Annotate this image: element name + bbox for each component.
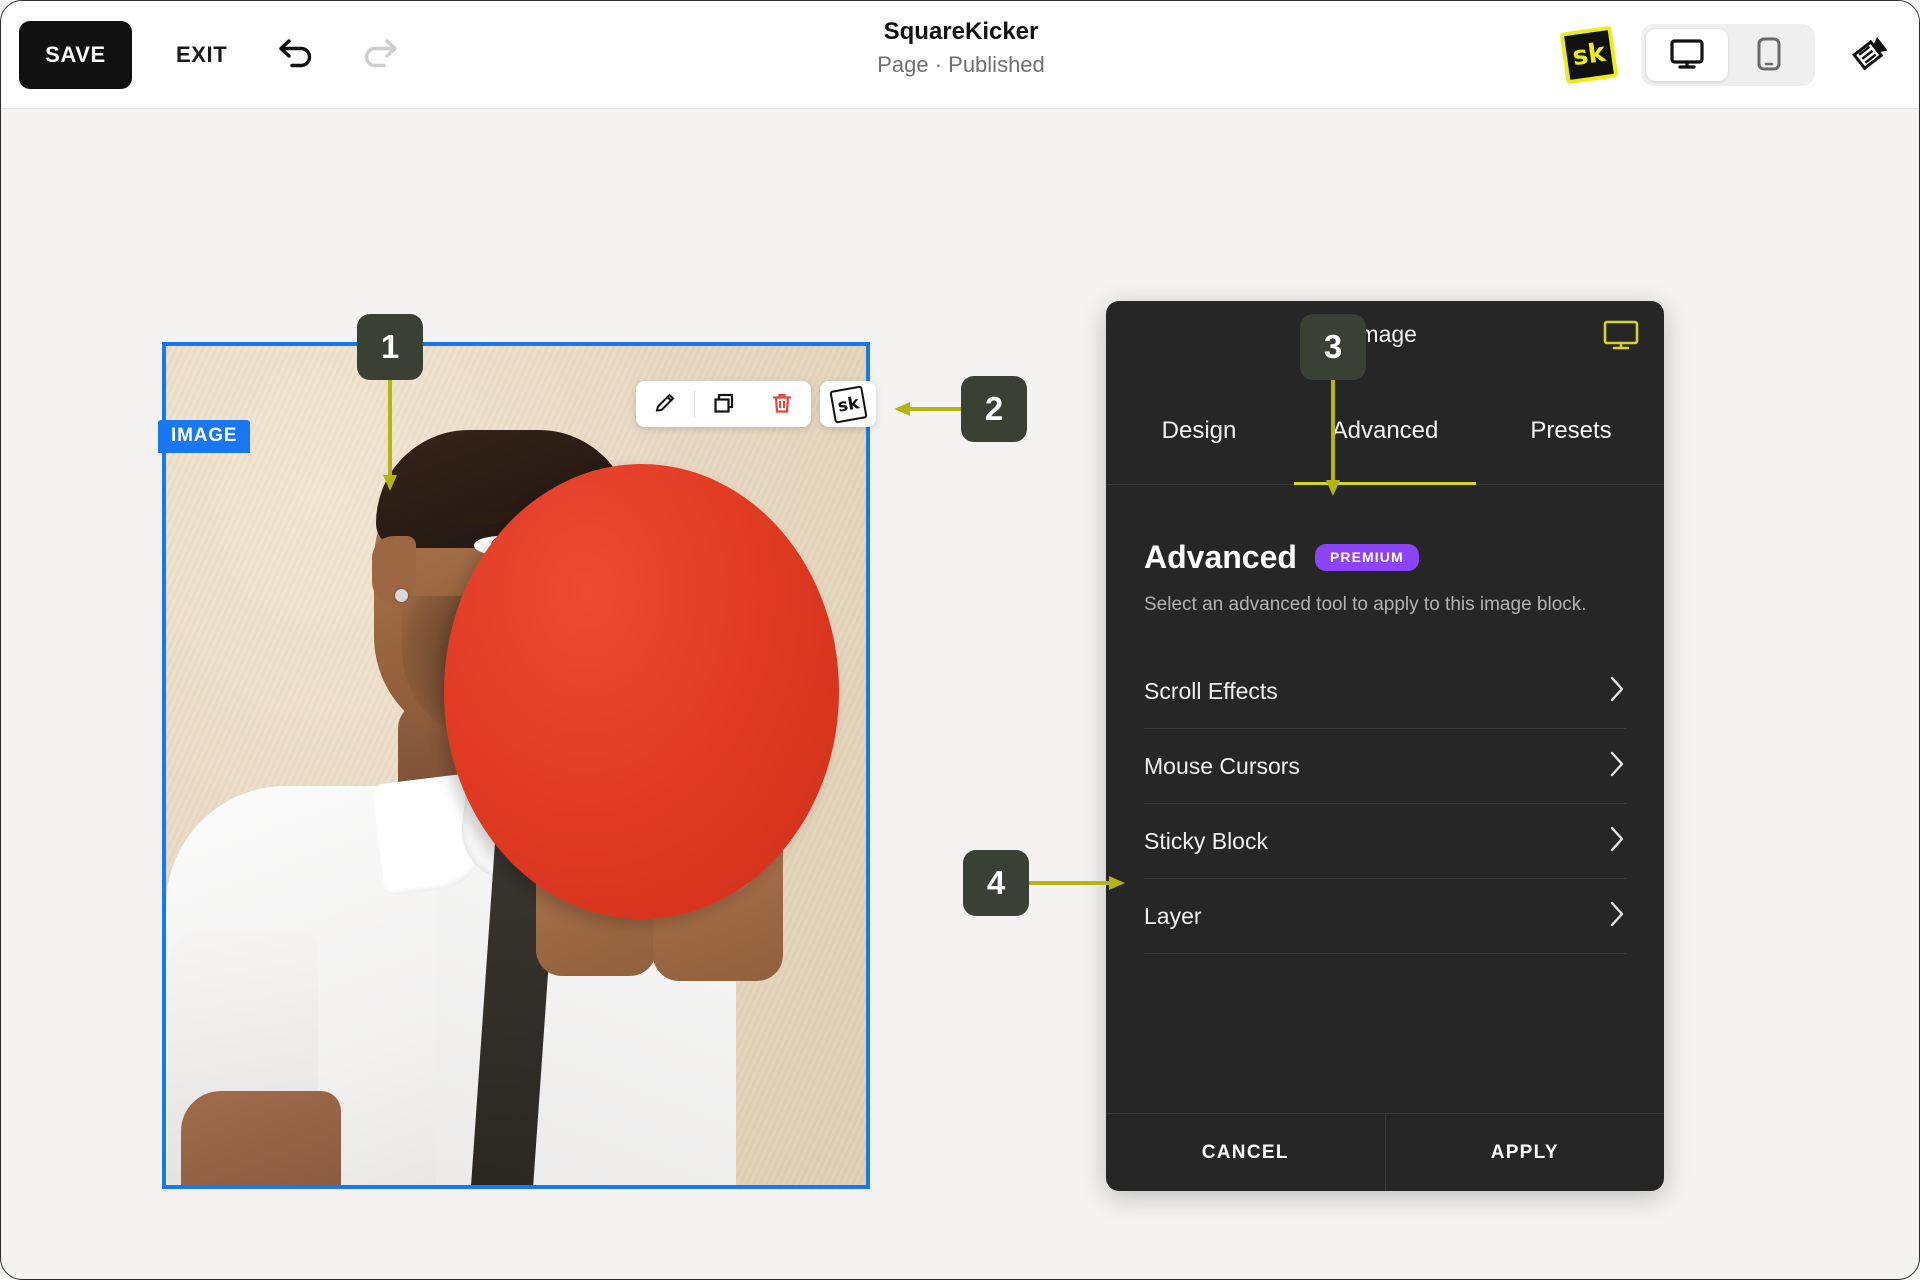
duplicate-copy-icon (712, 391, 736, 418)
annotation-badge-2: 2 (961, 376, 1027, 442)
block-toolbar: sk (636, 381, 876, 427)
undo-arrow-icon (277, 36, 317, 73)
pencil-edit-icon (653, 391, 677, 418)
trash-delete-icon (770, 391, 794, 418)
desktop-view-button[interactable] (1646, 29, 1728, 81)
mobile-phone-icon (1756, 37, 1782, 74)
editor-header: SAVE EXIT SquareKicker Page · Published (1, 1, 1919, 109)
image-block-selected[interactable] (162, 342, 870, 1189)
panel-tabs: Design Advanced Presets (1106, 417, 1664, 485)
annotation-badge-3: 3 (1300, 314, 1366, 380)
annotation-badge-1: 1 (357, 314, 423, 380)
panel-desktop-monitor-icon[interactable] (1602, 319, 1642, 358)
photo-arm (181, 1091, 341, 1185)
panel-header: Image (1106, 301, 1664, 417)
chevron-right-icon (1608, 824, 1626, 859)
advanced-title: Advanced (1144, 539, 1297, 575)
advanced-description: Select an advanced tool to apply to this… (1144, 594, 1587, 615)
desktop-monitor-icon (1669, 38, 1705, 73)
chevron-right-icon (1608, 674, 1626, 709)
block-type-label: IMAGE (158, 420, 251, 453)
list-item-label: Scroll Effects (1144, 677, 1278, 704)
squarekicker-panel: Image Design Advanced Presets Advanced P… (1106, 301, 1664, 1191)
list-item-scroll-effects[interactable]: Scroll Effects (1144, 654, 1626, 729)
mobile-view-button[interactable] (1728, 29, 1810, 81)
sk-logo-icon[interactable]: sk (1559, 25, 1619, 85)
sk-block-button[interactable]: sk (820, 381, 876, 427)
list-item-label: Mouse Cursors (1144, 752, 1300, 779)
photo-ear (372, 536, 416, 604)
advanced-tool-list: Scroll Effects Mouse Cursors Sticky Bloc… (1144, 654, 1626, 954)
block-toolbar-group (636, 381, 811, 427)
tab-advanced[interactable]: Advanced (1292, 417, 1478, 484)
premium-badge: PREMIUM (1314, 544, 1419, 571)
list-item-sticky-block[interactable]: Sticky Block (1144, 804, 1626, 879)
paintbrush-icon (1848, 32, 1892, 79)
squarekicker-editor-window: SAVE EXIT SquareKicker Page · Published (0, 0, 1920, 1280)
undo-button[interactable] (269, 27, 325, 83)
photo-red-circle (444, 464, 839, 919)
list-item-label: Layer (1144, 902, 1202, 929)
redo-arrow-icon (359, 36, 399, 73)
cancel-button[interactable]: CANCEL (1106, 1114, 1386, 1191)
chevron-right-icon (1608, 749, 1626, 784)
panel-footer: CANCEL APPLY (1106, 1113, 1664, 1191)
panel-title: Image (1353, 321, 1417, 347)
save-button[interactable]: SAVE (19, 20, 132, 89)
device-view-toggle (1641, 24, 1815, 86)
list-item-layer[interactable]: Layer (1144, 879, 1626, 954)
list-item-label: Sticky Block (1144, 827, 1268, 854)
redo-button[interactable] (351, 27, 407, 83)
advanced-section-header: Advanced PREMIUM (1144, 539, 1626, 576)
header-right-controls: sk (1559, 1, 1899, 109)
exit-button[interactable]: EXIT (176, 42, 227, 68)
style-brush-button[interactable] (1841, 26, 1899, 84)
edit-block-button[interactable] (636, 381, 694, 427)
panel-body: Advanced PREMIUM Select an advanced tool… (1106, 485, 1664, 1113)
delete-block-button[interactable] (753, 381, 811, 427)
tab-design[interactable]: Design (1106, 417, 1292, 484)
sk-logo-icon: sk (828, 384, 868, 424)
duplicate-block-button[interactable] (695, 381, 753, 427)
tab-presets[interactable]: Presets (1478, 417, 1664, 484)
photo-content (166, 346, 866, 1185)
apply-button[interactable]: APPLY (1386, 1114, 1665, 1191)
editor-canvas: IMAGE sk Image Design Advanced Presets A… (1, 109, 1919, 1279)
chevron-right-icon (1608, 899, 1626, 934)
list-item-mouse-cursors[interactable]: Mouse Cursors (1144, 729, 1626, 804)
annotation-badge-4: 4 (963, 850, 1029, 916)
